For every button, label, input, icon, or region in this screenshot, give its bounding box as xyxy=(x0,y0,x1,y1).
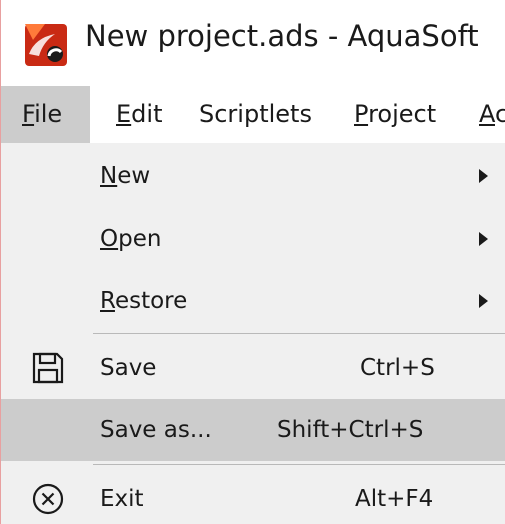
menu-item-label: Save as... xyxy=(100,417,212,443)
submenu-arrow-icon xyxy=(479,232,488,246)
exit-icon xyxy=(32,483,64,515)
window-title: New project.ads - AquaSoft xyxy=(85,19,479,53)
menu-item-save[interactable]: Save Ctrl+S xyxy=(1,337,505,399)
aquasoft-logo-icon xyxy=(25,24,67,66)
app-window: New project.ads - AquaSoft File Edit Scr… xyxy=(0,0,505,524)
menu-item-label: Exit xyxy=(100,486,144,512)
menu-edit[interactable]: Edit xyxy=(116,86,162,143)
menu-bar: File Edit Scriptlets Project Ac xyxy=(1,86,505,143)
menu-file[interactable]: File xyxy=(1,86,90,143)
menu-separator xyxy=(93,333,505,334)
save-icon xyxy=(32,352,64,384)
menu-item-shortcut: Alt+F4 xyxy=(355,486,434,512)
menu-scriptlets[interactable]: Scriptlets xyxy=(199,86,312,143)
title-bar[interactable]: New project.ads - AquaSoft xyxy=(1,0,505,86)
menu-item-shortcut: Ctrl+S xyxy=(360,355,435,381)
menu-separator xyxy=(93,464,505,465)
menu-project[interactable]: Project xyxy=(354,86,436,143)
file-dropdown-menu: New Open Restore Save Ctrl+S Save as... … xyxy=(1,143,505,524)
menu-item-open[interactable]: Open xyxy=(1,208,505,270)
menu-item-restore[interactable]: Restore xyxy=(1,270,505,332)
menu-item-new[interactable]: New xyxy=(1,145,505,207)
submenu-arrow-icon xyxy=(479,169,488,183)
menu-ac[interactable]: Ac xyxy=(479,86,505,143)
menu-item-shortcut: Shift+Ctrl+S xyxy=(277,417,424,443)
menu-item-label: Save xyxy=(100,355,157,381)
menu-item-exit[interactable]: Exit Alt+F4 xyxy=(1,468,505,524)
menu-item-save-as[interactable]: Save as... Shift+Ctrl+S xyxy=(1,399,505,461)
submenu-arrow-icon xyxy=(479,294,488,308)
